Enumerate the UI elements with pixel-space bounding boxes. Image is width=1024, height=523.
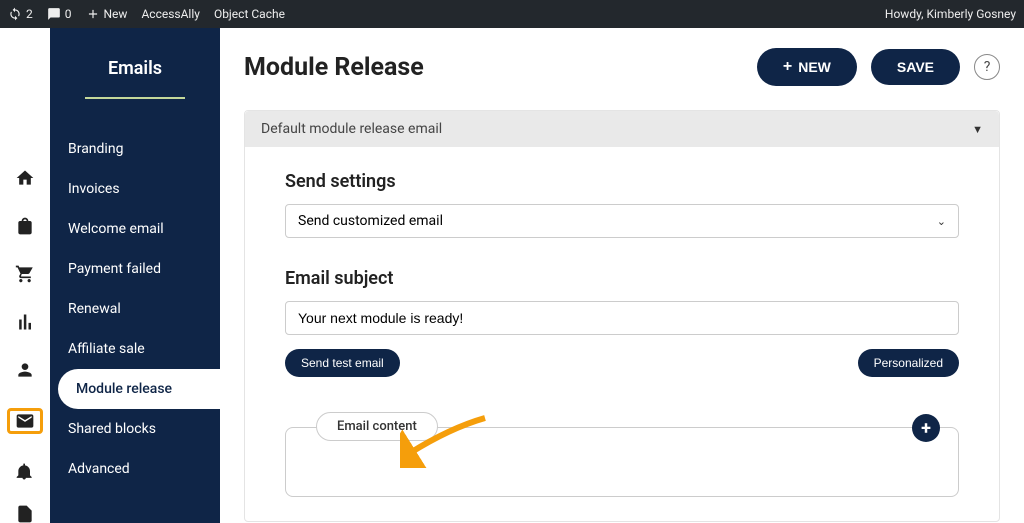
updates-link[interactable]: 2 — [8, 7, 33, 21]
admin-bar: 2 0 New AccessAlly Object Cache Howdy, K… — [0, 0, 1024, 28]
comments-count: 0 — [65, 7, 72, 21]
send-test-button[interactable]: Send test email — [285, 349, 400, 377]
chevron-down-icon: ▼ — [972, 123, 983, 136]
mail-icon[interactable] — [7, 408, 43, 434]
sidebar-item-shared-blocks[interactable]: Shared blocks — [50, 409, 220, 449]
chart-icon[interactable] — [14, 312, 36, 332]
subject-actions: Send test email Personalized — [285, 349, 959, 377]
email-subject-title: Email subject — [285, 268, 959, 289]
admin-bar-left: 2 0 New AccessAlly Object Cache — [8, 7, 285, 21]
chevron-down-icon: ⌄ — [937, 215, 946, 228]
main-content: Module Release + NEW SAVE ? Default modu… — [220, 28, 1024, 523]
page-title: Module Release — [244, 53, 424, 82]
home-icon[interactable] — [14, 168, 36, 188]
panel-body: Send settings Send customized email ⌄ Em… — [245, 147, 999, 521]
save-button[interactable]: SAVE — [871, 49, 960, 85]
object-cache-link[interactable]: Object Cache — [214, 7, 285, 21]
save-button-label: SAVE — [897, 59, 934, 75]
user-icon[interactable] — [14, 360, 36, 380]
plus-icon: + — [783, 58, 792, 76]
panel-header[interactable]: Default module release email ▼ — [245, 111, 999, 147]
sidebar-item-advanced[interactable]: Advanced — [50, 449, 220, 489]
panel-header-label: Default module release email — [261, 121, 442, 137]
shop-icon[interactable] — [14, 216, 36, 236]
main-header: Module Release + NEW SAVE ? — [244, 48, 1000, 86]
comments-link[interactable]: 0 — [47, 7, 72, 21]
send-settings-select[interactable]: Send customized email ⌄ — [285, 204, 959, 238]
sidebar-item-welcome-email[interactable]: Welcome email — [50, 209, 220, 249]
sidebar-item-branding[interactable]: Branding — [50, 129, 220, 169]
megaphone-icon[interactable] — [14, 462, 36, 482]
add-content-button[interactable]: + — [912, 414, 940, 442]
new-button-label: NEW — [798, 59, 831, 75]
sidebar-item-renewal[interactable]: Renewal — [50, 289, 220, 329]
plus-icon — [86, 7, 100, 21]
email-content-box: Email content + — [285, 427, 959, 497]
sidebar-underline — [85, 97, 185, 99]
greeting[interactable]: Howdy, Kimberly Gosney — [885, 7, 1016, 21]
accessally-link[interactable]: AccessAlly — [141, 7, 199, 21]
sidebar-item-module-release[interactable]: Module release — [58, 369, 220, 409]
sidebar-item-payment-failed[interactable]: Payment failed — [50, 249, 220, 289]
personalized-button[interactable]: Personalized — [858, 349, 959, 377]
help-button[interactable]: ? — [974, 54, 1000, 80]
comment-icon — [47, 7, 61, 21]
cart-icon[interactable] — [14, 264, 36, 284]
send-settings-title: Send settings — [285, 171, 959, 192]
page-icon[interactable] — [14, 504, 36, 523]
updates-count: 2 — [26, 7, 33, 21]
send-select-value: Send customized email — [298, 213, 443, 229]
sidebar: Emails Branding Invoices Welcome email P… — [50, 28, 220, 523]
new-label: New — [104, 7, 128, 21]
email-subject-input[interactable] — [285, 301, 959, 335]
main-actions: + NEW SAVE ? — [757, 48, 1000, 86]
refresh-icon — [8, 7, 22, 21]
sidebar-item-affiliate-sale[interactable]: Affiliate sale — [50, 329, 220, 369]
sidebar-title: Emails — [50, 58, 220, 79]
icon-rail — [0, 28, 50, 523]
new-button[interactable]: + NEW — [757, 48, 857, 86]
email-panel: Default module release email ▼ Send sett… — [244, 110, 1000, 522]
new-link[interactable]: New — [86, 7, 128, 21]
email-content-tab[interactable]: Email content — [316, 412, 438, 441]
sidebar-item-invoices[interactable]: Invoices — [50, 169, 220, 209]
